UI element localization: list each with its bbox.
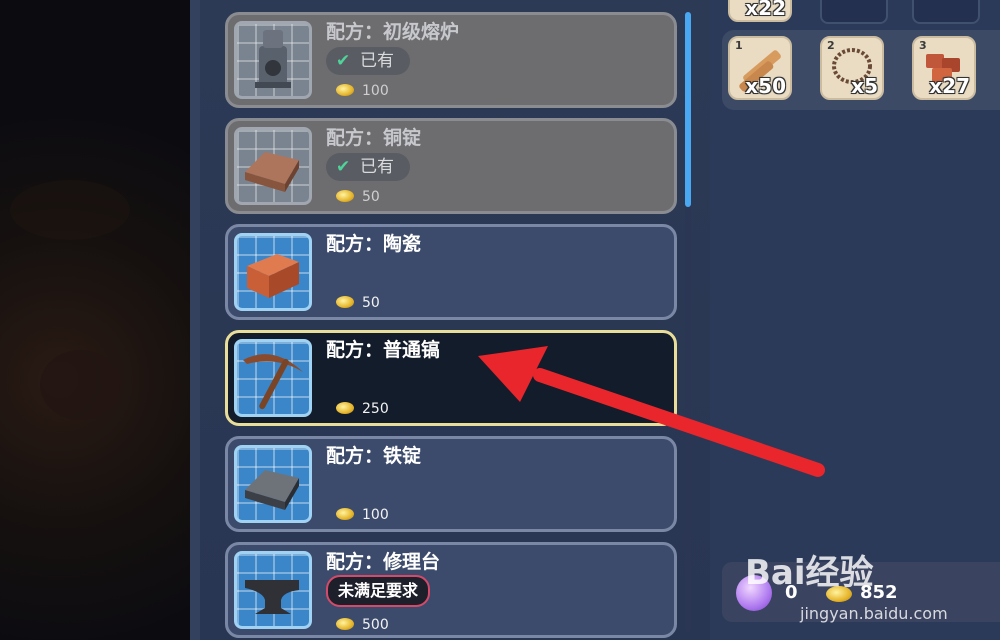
slot-count: x50 (745, 74, 786, 98)
hotbar-slot-1[interactable]: 1 x50 (728, 36, 792, 100)
recipe-title: 配方：铁锭 (326, 445, 422, 467)
price: 50 (336, 189, 380, 209)
check-icon: ✔ (336, 51, 351, 71)
recipe-card-copper-ingot[interactable]: 配方：铜锭 ✔ 已有 50 (225, 118, 677, 214)
watermark-url: jingyan.baidu.com (800, 604, 948, 623)
recipe-list-scrollbar[interactable] (685, 12, 691, 632)
slot-number: 2 (827, 39, 835, 52)
slot-number: 3 (919, 39, 927, 52)
slot-count: x27 (929, 74, 970, 98)
inventory-slot-empty[interactable] (912, 0, 980, 24)
price: 100 (336, 83, 389, 103)
price: 250 (336, 401, 389, 421)
coin-icon (336, 402, 354, 414)
coin-icon (336, 508, 354, 520)
coin-icon (336, 296, 354, 308)
slot-number: 1 (735, 39, 743, 52)
recipe-card-pickaxe[interactable]: 配方：普通镐 250 (225, 330, 677, 426)
inventory-slot-empty[interactable] (820, 0, 888, 24)
recipe-card-repair-table[interactable]: 配方：修理台 未满足要求 500 (225, 542, 677, 638)
coin-icon (336, 190, 354, 202)
hotbar-slot-2[interactable]: 2 x5 (820, 36, 884, 100)
owned-badge: ✔ 已有 (326, 153, 410, 181)
coin-icon (336, 84, 354, 96)
recipe-card-ceramic[interactable]: 配方：陶瓷 50 (225, 224, 677, 320)
recipe-card-furnace[interactable]: 配方：初级熔炉 ✔ 已有 100 (225, 12, 677, 108)
coin-icon (336, 618, 354, 630)
price: 50 (336, 295, 380, 315)
scrollbar-thumb[interactable] (685, 12, 691, 207)
recipe-card-iron-ingot[interactable]: 配方：铁锭 100 (225, 436, 677, 532)
slot-count: x22 (745, 0, 786, 20)
requirement-badge: 未满足要求 (326, 575, 431, 607)
recipe-title: 配方：普通镐 (326, 339, 441, 361)
watermark-brand: Bai经验 (745, 553, 874, 593)
ceramic-brick-icon (234, 233, 312, 311)
slot-count: x5 (851, 74, 878, 98)
recipe-title: 配方：陶瓷 (326, 233, 422, 255)
copper-ingot-icon (234, 127, 312, 205)
recipe-title: 配方：初级熔炉 (326, 21, 460, 43)
game-world-background (0, 0, 190, 640)
furnace-icon (234, 21, 312, 99)
hotbar-slot-3[interactable]: 3 x27 (912, 36, 976, 100)
check-icon: ✔ (336, 157, 351, 177)
recipe-title: 配方：铜锭 (326, 127, 422, 149)
price: 100 (336, 507, 389, 527)
pickaxe-icon (234, 339, 312, 417)
recipe-title: 配方：修理台 (326, 551, 441, 573)
iron-ingot-icon (234, 445, 312, 523)
price: 500 (336, 617, 389, 637)
owned-badge: ✔ 已有 (326, 47, 410, 75)
inventory-slot-top-partial[interactable]: x22 (728, 0, 792, 22)
anvil-icon (234, 551, 312, 629)
